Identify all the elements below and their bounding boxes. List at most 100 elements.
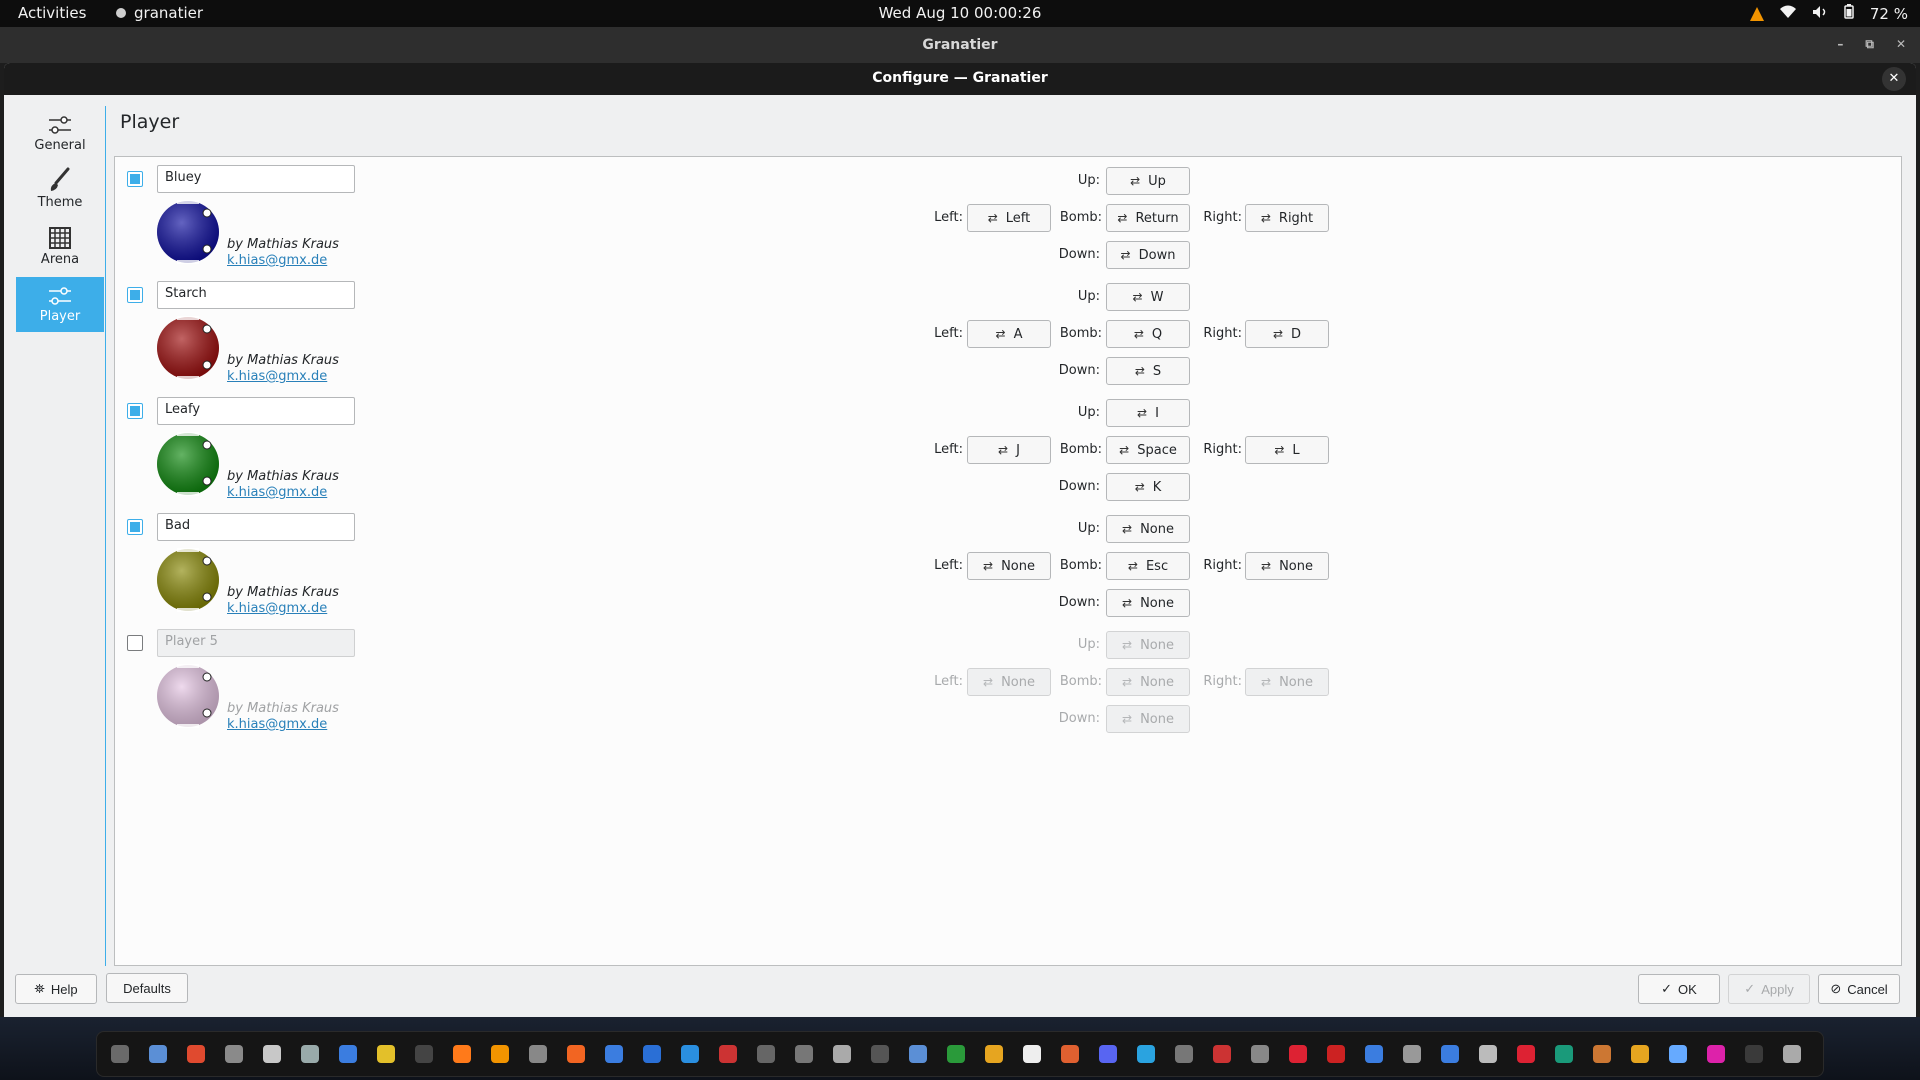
down-key-button[interactable]: ⇄ K [1106,473,1190,501]
player-name-field[interactable]: Leafy [157,397,355,425]
dock-app-icon[interactable] [985,1045,1003,1063]
player-name-field[interactable]: Bad [157,513,355,541]
up-key-button[interactable]: ⇄ I [1106,399,1190,427]
dock-app-icon[interactable] [1365,1045,1383,1063]
dock-app-icon[interactable] [1289,1045,1307,1063]
left-key-button[interactable]: ⇄ J [967,436,1051,464]
dock-app-icon[interactable] [567,1045,585,1063]
bomb-key-button[interactable]: ⇄ Space [1106,436,1190,464]
player-name-field[interactable]: Starch [157,281,355,309]
right-key-button[interactable]: ⇄ None [1245,552,1329,580]
defaults-button[interactable]: Defaults [106,973,188,1003]
dock-app-icon[interactable] [1479,1045,1497,1063]
dock-app-icon[interactable] [1175,1045,1193,1063]
dock-app-icon[interactable] [1707,1045,1725,1063]
dock-app-icon[interactable] [1099,1045,1117,1063]
player-enabled-checkbox[interactable] [127,287,143,303]
author-email-link[interactable]: k.hias@gmx.de [227,485,327,500]
dock-app-icon[interactable] [263,1045,281,1063]
dock-app-icon[interactable] [149,1045,167,1063]
dock-app-icon[interactable] [947,1045,965,1063]
dock-app-icon[interactable] [111,1045,129,1063]
system-tray[interactable]: 72 % [1749,4,1908,23]
author-email-link[interactable]: k.hias@gmx.de [227,253,327,268]
clock[interactable]: Wed Aug 10 00:00:26 [0,4,1920,22]
dialog-close-button[interactable]: ✕ [1882,67,1906,91]
dock-app-icon[interactable] [1631,1045,1649,1063]
player-enabled-checkbox[interactable] [127,171,143,187]
dock-app-icon[interactable] [1745,1045,1763,1063]
dock-app-icon[interactable] [339,1045,357,1063]
dock-app-icon[interactable] [795,1045,813,1063]
up-key-button[interactable]: ⇄ W [1106,283,1190,311]
dock-app-icon[interactable] [1403,1045,1421,1063]
dock-app-icon[interactable] [1061,1045,1079,1063]
right-key-button[interactable]: ⇄ L [1245,436,1329,464]
dock-app-icon[interactable] [643,1045,661,1063]
dock-app-icon[interactable] [1783,1045,1801,1063]
close-icon[interactable]: ✕ [1896,37,1906,52]
bomb-key-button[interactable]: ⇄ Return [1106,204,1190,232]
dock-app-icon[interactable] [1555,1045,1573,1063]
author-email-link[interactable]: k.hias@gmx.de [227,717,327,732]
apply-button[interactable]: ✓ Apply [1728,974,1810,1004]
dock-app-icon[interactable] [833,1045,851,1063]
dock-app-icon[interactable] [377,1045,395,1063]
down-key-button[interactable]: ⇄ Down [1106,241,1190,269]
dock-app-icon[interactable] [1517,1045,1535,1063]
dock-app-icon[interactable] [719,1045,737,1063]
vlc-tray-icon[interactable] [1749,6,1764,21]
dock-app-icon[interactable] [415,1045,433,1063]
sidebar-item-theme[interactable]: Theme [16,163,104,218]
right-key-button[interactable]: ⇄ None [1245,668,1329,696]
bomb-key-button[interactable]: ⇄ None [1106,668,1190,696]
sidebar-item-general[interactable]: General [16,106,104,161]
dock-app-icon[interactable] [1593,1045,1611,1063]
player-enabled-checkbox[interactable] [127,635,143,651]
up-key-button[interactable]: ⇄ None [1106,515,1190,543]
dock-app-icon[interactable] [757,1045,775,1063]
right-key-button[interactable]: ⇄ D [1245,320,1329,348]
dock-app-icon[interactable] [1327,1045,1345,1063]
author-email-link[interactable]: k.hias@gmx.de [227,601,327,616]
dock-app-icon[interactable] [1213,1045,1231,1063]
bomb-key-button[interactable]: ⇄ Esc [1106,552,1190,580]
dock-app-icon[interactable] [1251,1045,1269,1063]
dock-app-icon[interactable] [1137,1045,1155,1063]
down-key-button[interactable]: ⇄ None [1106,705,1190,733]
restore-icon[interactable]: ⧉ [1865,37,1874,52]
sidebar-item-arena[interactable]: Arena [16,220,104,275]
dock-app-icon[interactable] [225,1045,243,1063]
player-enabled-checkbox[interactable] [127,403,143,419]
cancel-button[interactable]: ⊘ Cancel [1818,974,1900,1004]
bomb-key-button[interactable]: ⇄ Q [1106,320,1190,348]
dock-app-icon[interactable] [1669,1045,1687,1063]
dock-app-icon[interactable] [909,1045,927,1063]
dock-app-icon[interactable] [681,1045,699,1063]
ok-button[interactable]: ✓ OK [1638,974,1720,1004]
player-name-field[interactable]: Player 5 [157,629,355,657]
left-key-button[interactable]: ⇄ A [967,320,1051,348]
dock-app-icon[interactable] [491,1045,509,1063]
left-key-button[interactable]: ⇄ None [967,552,1051,580]
up-key-button[interactable]: ⇄ None [1106,631,1190,659]
player-enabled-checkbox[interactable] [127,519,143,535]
left-key-button[interactable]: ⇄ None [967,668,1051,696]
down-key-button[interactable]: ⇄ S [1106,357,1190,385]
left-key-button[interactable]: ⇄ Left [967,204,1051,232]
sidebar-item-player[interactable]: Player [16,277,104,332]
dock-app-icon[interactable] [529,1045,547,1063]
up-key-button[interactable]: ⇄ Up [1106,167,1190,195]
dock-app-icon[interactable] [605,1045,623,1063]
player-name-field[interactable]: Bluey [157,165,355,193]
dock-app-icon[interactable] [1441,1045,1459,1063]
dock-app-icon[interactable] [1023,1045,1041,1063]
dock-app-icon[interactable] [187,1045,205,1063]
right-key-button[interactable]: ⇄ Right [1245,204,1329,232]
minimize-icon[interactable]: – [1837,37,1843,52]
author-email-link[interactable]: k.hias@gmx.de [227,369,327,384]
help-button[interactable]: ⛯ Help [15,974,97,1004]
dock-app-icon[interactable] [453,1045,471,1063]
dock-app-icon[interactable] [301,1045,319,1063]
down-key-button[interactable]: ⇄ None [1106,589,1190,617]
